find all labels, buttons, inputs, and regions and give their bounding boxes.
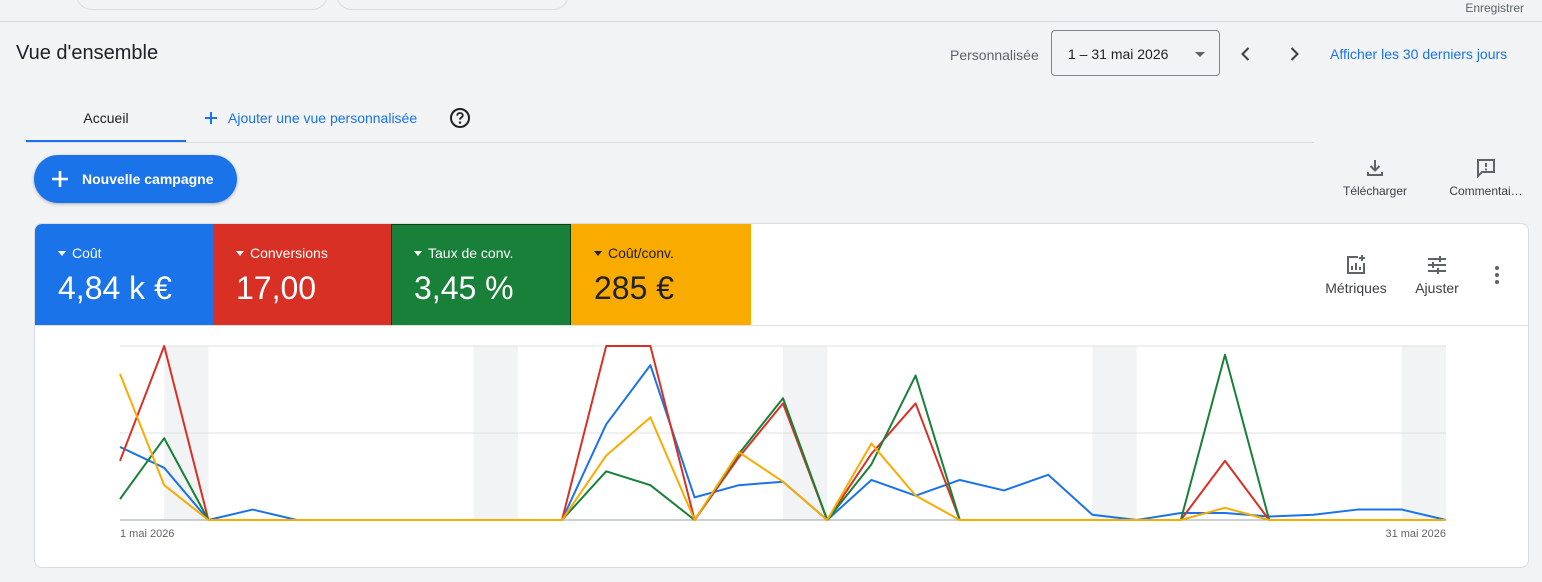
help-icon[interactable] [449, 107, 471, 129]
download-icon [1367, 160, 1383, 176]
metric-name: Taux de conv. [428, 245, 514, 261]
tab-home[interactable]: Accueil [26, 98, 186, 142]
metric-value: 3,45 % [414, 270, 514, 306]
performance-line-chart: 1 mai 2026 31 mai 2026 [119, 345, 1447, 540]
new-campaign-button[interactable]: Nouvelle campagne [34, 155, 237, 203]
metric-card-conversion-rate[interactable]: Taux de conv. 3,45 % [391, 224, 571, 326]
page-title: Vue d'ensemble [16, 42, 159, 64]
more-vert-icon[interactable] [1489, 264, 1505, 286]
metric-value: 285 € [594, 270, 675, 306]
metric-value: 17,00 [236, 270, 317, 306]
add-custom-view-label: Ajouter une vue personnalisée [228, 110, 418, 126]
metric-name: Coût/conv. [608, 245, 674, 261]
plus-icon [205, 112, 217, 124]
top-filter-chip[interactable] [336, 0, 569, 10]
plus-icon [52, 171, 68, 187]
metric-card-conversions[interactable]: Conversions 17,00 [213, 224, 391, 326]
next-period-button[interactable] [1281, 40, 1307, 68]
top-divider [0, 21, 1542, 22]
comment-icon [1477, 159, 1495, 178]
top-filter-chip[interactable] [76, 0, 328, 10]
tab-home-label: Accueil [83, 110, 129, 126]
metric-card-cost-per-conversion[interactable]: Coût/conv. 285 € [571, 224, 751, 326]
metric-value: 4,84 k € [58, 270, 172, 306]
metrics-label: Métriques [1325, 280, 1387, 296]
last-30-days-link[interactable]: Afficher les 30 derniers jours [1330, 46, 1507, 62]
previous-period-button[interactable] [1233, 40, 1259, 68]
dropdown-triangle-icon [414, 250, 422, 256]
tune-icon [1428, 256, 1446, 274]
comments-label: Commentai… [1449, 184, 1523, 198]
dropdown-caret-icon [1195, 52, 1205, 57]
chevron-left-icon [1241, 47, 1250, 61]
comments-button[interactable]: Commentai… [1444, 158, 1528, 198]
chevron-right-icon [1290, 47, 1299, 61]
range-type-label: Personnalisée [950, 47, 1039, 63]
x-axis-start-label: 1 mai 2026 [120, 528, 174, 540]
performance-card: Coût 4,84 k € Conversions 17,00 Taux de … [34, 223, 1529, 568]
metric-name: Conversions [250, 245, 328, 261]
new-campaign-label: Nouvelle campagne [82, 171, 214, 187]
metrics-button[interactable]: Métriques [1319, 254, 1393, 296]
adjust-button[interactable]: Ajuster [1409, 254, 1465, 296]
dropdown-triangle-icon [594, 250, 602, 256]
add-custom-view-link[interactable]: Ajouter une vue personnalisée [204, 110, 417, 126]
dropdown-triangle-icon [236, 250, 244, 256]
adjust-label: Ajuster [1415, 280, 1459, 296]
x-axis-end-label: 31 mai 2026 [1385, 528, 1446, 540]
download-label: Télécharger [1342, 184, 1408, 198]
metric-name: Coût [72, 245, 102, 261]
download-button[interactable]: Télécharger [1336, 158, 1414, 198]
save-link[interactable]: Enregistrer [1465, 1, 1524, 15]
tabs-divider [26, 142, 1314, 143]
date-range-value: 1 – 31 mai 2026 [1068, 46, 1169, 62]
add-chart-icon [1347, 255, 1365, 274]
metric-card-cost[interactable]: Coût 4,84 k € [35, 224, 213, 326]
dropdown-triangle-icon [58, 250, 66, 256]
date-range-select[interactable]: 1 – 31 mai 2026 [1051, 30, 1220, 76]
